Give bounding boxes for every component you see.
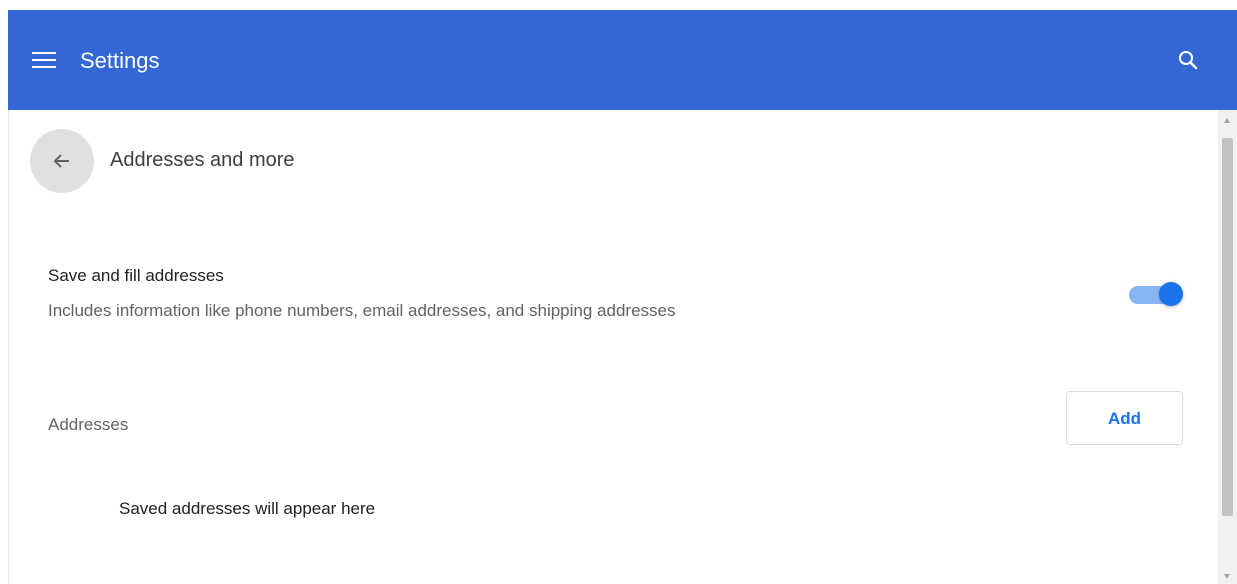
hamburger-menu-icon[interactable] [32, 50, 56, 70]
save-fill-toggle[interactable] [1129, 280, 1185, 308]
toggle-knob [1159, 282, 1183, 306]
empty-addresses-message: Saved addresses will appear here [119, 499, 376, 518]
save-fill-description: Includes information like phone numbers,… [48, 301, 676, 320]
menu-line [32, 59, 56, 61]
menu-line [32, 52, 56, 54]
top-strip [0, 0, 1237, 10]
search-icon[interactable] [1176, 48, 1200, 72]
page-title: Addresses and more [110, 149, 295, 171]
settings-toolbar: Settings [8, 10, 1237, 110]
scroll-down-arrow-icon[interactable] [1224, 574, 1230, 579]
menu-line [32, 66, 56, 68]
back-button[interactable] [30, 129, 94, 193]
arrow-left-icon [53, 154, 69, 168]
save-fill-title: Save and fill addresses [48, 266, 224, 285]
scrollbar-thumb[interactable] [1222, 138, 1233, 516]
addresses-label: Addresses [48, 415, 129, 434]
add-address-button[interactable]: Add [1066, 391, 1183, 445]
toolbar-title: Settings [80, 48, 160, 73]
search-icon-glyph [1179, 51, 1198, 70]
scroll-up-arrow-icon[interactable] [1224, 118, 1230, 123]
settings-window: Settings Addresses and more Save and fil… [0, 0, 1237, 584]
addresses-page: Addresses and more Save and fill address… [8, 110, 1219, 584]
vertical-scrollbar[interactable] [1218, 110, 1237, 584]
